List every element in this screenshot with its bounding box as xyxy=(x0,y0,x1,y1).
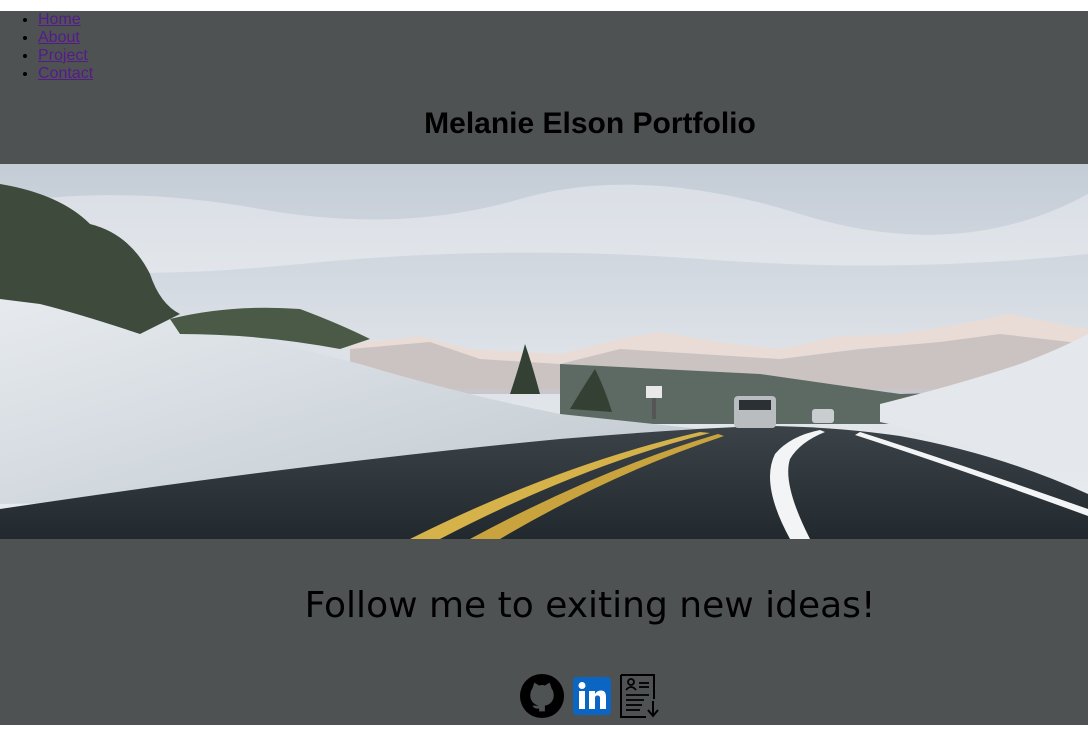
page-title: Melanie Elson Portfolio xyxy=(424,107,756,140)
page-container: Home About Project Contact Melanie Elson… xyxy=(0,11,1088,725)
linkedin-icon xyxy=(573,677,611,715)
tagline: Follow me to exiting new ideas! xyxy=(304,585,876,626)
hero-image xyxy=(0,164,1088,539)
github-link[interactable] xyxy=(518,673,566,719)
nav-link-about[interactable]: About xyxy=(38,29,80,46)
nav-menu: Home About Project Contact xyxy=(0,11,93,83)
nav-item-contact: Contact xyxy=(38,65,93,83)
nav-link-project[interactable]: Project xyxy=(38,47,88,64)
resume-link[interactable] xyxy=(618,673,662,719)
github-icon xyxy=(519,673,565,719)
nav-item-about: About xyxy=(38,29,93,47)
social-links xyxy=(518,673,662,719)
linkedin-link[interactable] xyxy=(573,677,611,715)
nav-item-home: Home xyxy=(38,11,93,29)
nav-link-contact[interactable]: Contact xyxy=(38,65,93,82)
nav-link-home[interactable]: Home xyxy=(38,11,81,28)
nav-item-project: Project xyxy=(38,47,93,65)
resume-icon xyxy=(620,674,659,718)
